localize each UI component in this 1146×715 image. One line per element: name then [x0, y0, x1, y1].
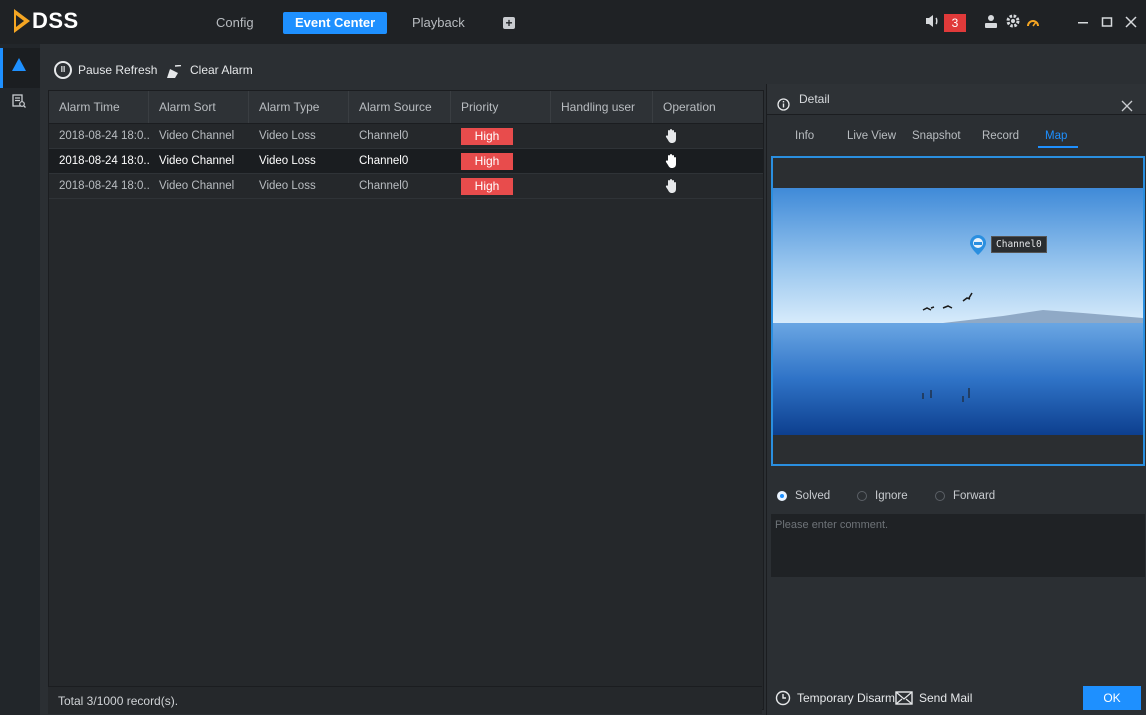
radio-dot	[935, 491, 945, 501]
cell-handling-user	[551, 174, 653, 198]
tab-record[interactable]: Record	[982, 124, 1019, 148]
top-bar	[0, 0, 1146, 44]
cell-operation	[653, 124, 763, 148]
col-priority[interactable]: Priority	[451, 91, 551, 123]
cell-alarm-sort: Video Channel	[159, 130, 235, 142]
table-row[interactable]: 2018-08-24 18:0... Video Channel Video L…	[49, 149, 763, 174]
left-sidebar	[0, 44, 40, 715]
close-detail-icon[interactable]	[1121, 93, 1133, 112]
map-view[interactable]: Channel0	[771, 156, 1145, 466]
handle-hand-icon[interactable]	[665, 128, 679, 144]
table-row[interactable]: 2018-08-24 18:0... Video Channel Video L…	[49, 124, 763, 149]
radio-forward-label: Forward	[953, 490, 996, 502]
cell-alarm-source: Channel0	[359, 180, 409, 192]
logo-text: DSS	[32, 8, 79, 33]
tab-live-view[interactable]: Live View	[847, 124, 896, 148]
ok-button[interactable]: OK	[1083, 686, 1141, 710]
handle-hand-icon[interactable]	[665, 153, 679, 169]
cell-priority: High	[451, 149, 551, 173]
priority-badge: High	[461, 128, 513, 145]
alarm-count-badge[interactable]: 3	[944, 14, 966, 32]
cell-alarm-sort: Video Channel	[159, 155, 235, 167]
cell-alarm-type: Video Loss	[259, 155, 316, 167]
col-alarm-source[interactable]: Alarm Source	[349, 91, 451, 123]
cell-priority: High	[451, 174, 551, 198]
radio-dot	[777, 491, 787, 501]
alarm-warning-icon	[12, 58, 26, 71]
table-header: Alarm Time Alarm Sort Alarm Type Alarm S…	[49, 91, 763, 124]
col-handling-user[interactable]: Handling user	[551, 91, 653, 123]
pause-icon: II	[54, 61, 72, 79]
radio-solved-label: Solved	[795, 490, 831, 502]
clear-alarm-button[interactable]: Clear Alarm	[166, 58, 253, 82]
map-image	[773, 158, 1143, 464]
broom-icon	[166, 63, 182, 78]
radio-ignore-label: Ignore	[875, 490, 908, 502]
tab-info[interactable]: Info	[795, 124, 814, 148]
priority-badge: High	[461, 153, 513, 170]
detail-panel: Detail Info Live View Snapshot Record Ma…	[766, 84, 1146, 715]
cell-handling-user	[551, 149, 653, 173]
cell-operation	[653, 149, 763, 173]
pause-refresh-button[interactable]: II Pause Refresh	[54, 58, 157, 82]
cell-alarm-time: 2018-08-24 18:0...	[59, 155, 149, 167]
send-mail-label: Send Mail	[919, 691, 973, 705]
temporary-disarm-label: Temporary Disarm	[797, 691, 896, 705]
tab-snapshot[interactable]: Snapshot	[912, 124, 961, 148]
speaker-icon[interactable]	[924, 14, 942, 32]
user-icon[interactable]	[982, 14, 1000, 32]
record-count: Total 3/1000 record(s).	[48, 686, 762, 714]
comment-field[interactable]: Please enter comment.	[771, 514, 1145, 577]
radio-dot	[857, 491, 867, 501]
cell-alarm-time: 2018-08-24 18:0...	[59, 130, 149, 142]
cell-priority: High	[451, 124, 551, 148]
clock-icon	[775, 690, 791, 706]
detail-header: Detail	[767, 84, 1146, 115]
radio-forward[interactable]: Forward	[935, 488, 995, 504]
performance-gauge-icon[interactable]	[1024, 14, 1042, 32]
cell-alarm-time: 2018-08-24 18:0...	[59, 180, 149, 192]
tab-event-center[interactable]: Event Center	[283, 12, 388, 34]
cell-handling-user	[551, 124, 653, 148]
map-marker-icon[interactable]	[969, 234, 987, 256]
alarm-table: Alarm Time Alarm Sort Alarm Type Alarm S…	[48, 90, 764, 710]
add-tab-icon[interactable]: +	[503, 17, 515, 29]
handle-hand-icon[interactable]	[665, 178, 679, 194]
tab-config[interactable]: Config	[204, 12, 266, 34]
radio-ignore[interactable]: Ignore	[857, 488, 908, 504]
minimize-icon[interactable]	[1076, 14, 1090, 32]
pause-refresh-label: Pause Refresh	[78, 63, 158, 77]
cell-alarm-source: Channel0	[359, 155, 409, 167]
tab-playback[interactable]: Playback	[400, 12, 477, 34]
cell-alarm-source: Channel0	[359, 130, 409, 142]
cell-alarm-type: Video Loss	[259, 180, 316, 192]
clear-alarm-label: Clear Alarm	[190, 63, 253, 77]
mail-icon	[895, 691, 913, 705]
close-window-icon[interactable]	[1124, 14, 1138, 32]
tab-map[interactable]: Map	[1045, 124, 1067, 148]
cell-alarm-type: Video Loss	[259, 130, 316, 142]
send-mail-button[interactable]: Send Mail	[895, 688, 972, 708]
col-alarm-time[interactable]: Alarm Time	[49, 91, 149, 123]
gear-icon[interactable]	[1004, 14, 1022, 32]
radio-solved[interactable]: Solved	[777, 488, 830, 504]
maximize-icon[interactable]	[1100, 14, 1114, 32]
col-alarm-sort[interactable]: Alarm Sort	[149, 91, 249, 123]
col-alarm-type[interactable]: Alarm Type	[249, 91, 349, 123]
map-marker-label: Channel0	[991, 236, 1047, 253]
detail-title: Detail	[799, 92, 830, 106]
info-icon	[777, 92, 790, 111]
app-logo: DSS	[14, 6, 79, 36]
log-search-icon[interactable]	[12, 94, 26, 108]
table-row[interactable]: 2018-08-24 18:0... Video Channel Video L…	[49, 174, 763, 199]
col-operation[interactable]: Operation	[653, 91, 763, 123]
logo-icon	[14, 9, 30, 33]
active-tab-indicator	[1038, 146, 1078, 148]
priority-badge: High	[461, 178, 513, 195]
temporary-disarm-button[interactable]: Temporary Disarm	[775, 688, 895, 708]
cell-operation	[653, 174, 763, 198]
cell-alarm-sort: Video Channel	[159, 180, 235, 192]
